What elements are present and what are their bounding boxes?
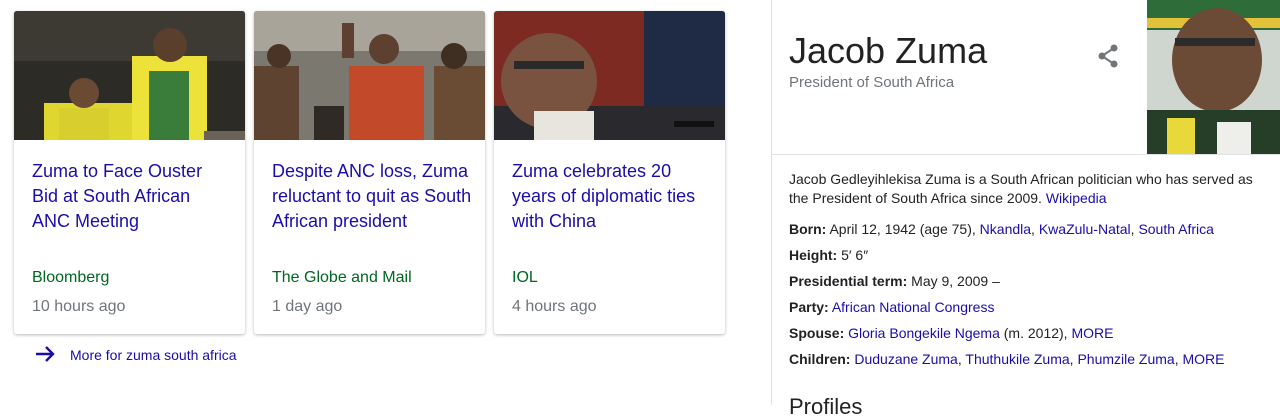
- news-source: The Globe and Mail: [272, 269, 412, 286]
- profiles-heading: Profiles: [789, 394, 863, 419]
- news-image[interactable]: [494, 11, 725, 140]
- children-more-link[interactable]: MORE: [1183, 351, 1225, 367]
- fact-born: Born: April 12, 1942 (age 75), Nkandla, …: [789, 221, 1214, 237]
- news-image[interactable]: [254, 11, 485, 140]
- news-source: IOL: [512, 269, 538, 286]
- fact-label: Party:: [789, 299, 829, 315]
- top-stories: Zuma to Face Ouster Bid at South African…: [0, 0, 740, 405]
- born-link-south-africa[interactable]: South Africa: [1138, 221, 1214, 237]
- news-card[interactable]: Zuma to Face Ouster Bid at South African…: [14, 11, 245, 334]
- news-card[interactable]: Zuma celebrates 20 years of diplomatic t…: [494, 11, 725, 334]
- news-title[interactable]: Zuma celebrates 20 years of diplomatic t…: [512, 159, 712, 234]
- spouse-link[interactable]: Gloria Bongekile Ngema: [848, 325, 1000, 341]
- news-title[interactable]: Despite ANC loss, Zuma reluctant to quit…: [272, 159, 472, 234]
- more-news-label[interactable]: More for zuma south africa: [70, 347, 237, 363]
- more-news-link[interactable]: More for zuma south africa: [34, 344, 237, 366]
- spouse-extra: (m. 2012),: [1003, 325, 1068, 341]
- fact-label: Born:: [789, 221, 827, 237]
- fact-children: Children: Duduzane Zuma, Thuthukile Zuma…: [789, 351, 1225, 367]
- share-button[interactable]: [1094, 42, 1122, 70]
- entity-subtitle: President of South Africa: [789, 74, 955, 91]
- party-link[interactable]: African National Congress: [832, 299, 995, 315]
- news-time: 1 day ago: [272, 298, 343, 315]
- fact-party: Party: African National Congress: [789, 297, 1269, 323]
- fact-presidential-term: Presidential term: May 9, 2009 –: [789, 271, 1269, 297]
- child-link-thuthukile[interactable]: Thuthukile Zuma: [965, 351, 1069, 367]
- fact-value: April 12, 1942 (age 75),: [829, 221, 976, 237]
- news-time: 4 hours ago: [512, 298, 597, 315]
- entity-photo[interactable]: [1147, 0, 1280, 154]
- facts-list: Born: April 12, 1942 (age 75), Nkandla, …: [789, 219, 1269, 375]
- news-source: Bloomberg: [32, 269, 110, 286]
- share-icon: [1094, 44, 1122, 74]
- fact-value: 5′ 6″: [841, 247, 869, 263]
- panel-divider: [772, 154, 1280, 155]
- child-link-phumzile[interactable]: Phumzile Zuma: [1077, 351, 1174, 367]
- born-link-nkandla[interactable]: Nkandla: [980, 221, 1031, 237]
- fact-label: Height:: [789, 247, 838, 263]
- fact-height: Height: 5′ 6″: [789, 245, 1269, 271]
- fact-label: Presidential term:: [789, 273, 908, 289]
- description-text: Jacob Gedleyihlekisa Zuma is a South Afr…: [789, 171, 1253, 206]
- fact-label: Children:: [789, 351, 851, 367]
- fact-spouse: Spouse: Gloria Bongekile Ngema (m. 2012)…: [789, 323, 1269, 349]
- child-link-duduzane[interactable]: Duduzane Zuma: [854, 351, 958, 367]
- fact-label: Spouse:: [789, 325, 845, 341]
- news-image[interactable]: [14, 11, 245, 140]
- fact-value: May 9, 2009 –: [911, 273, 1000, 289]
- news-time: 10 hours ago: [32, 298, 126, 315]
- entity-title: Jacob Zuma: [789, 30, 988, 71]
- knowledge-panel: Jacob Zuma President of South Africa Jac…: [771, 0, 1280, 419]
- spouse-more-link[interactable]: MORE: [1071, 325, 1113, 341]
- born-link-kwazulu-natal[interactable]: KwaZulu-Natal: [1039, 221, 1131, 237]
- news-title[interactable]: Zuma to Face Ouster Bid at South African…: [32, 159, 232, 234]
- wikipedia-link[interactable]: Wikipedia: [1046, 190, 1107, 206]
- arrow-right-icon: [34, 345, 70, 366]
- entity-description: Jacob Gedleyihlekisa Zuma is a South Afr…: [789, 170, 1259, 208]
- news-card[interactable]: Despite ANC loss, Zuma reluctant to quit…: [254, 11, 485, 334]
